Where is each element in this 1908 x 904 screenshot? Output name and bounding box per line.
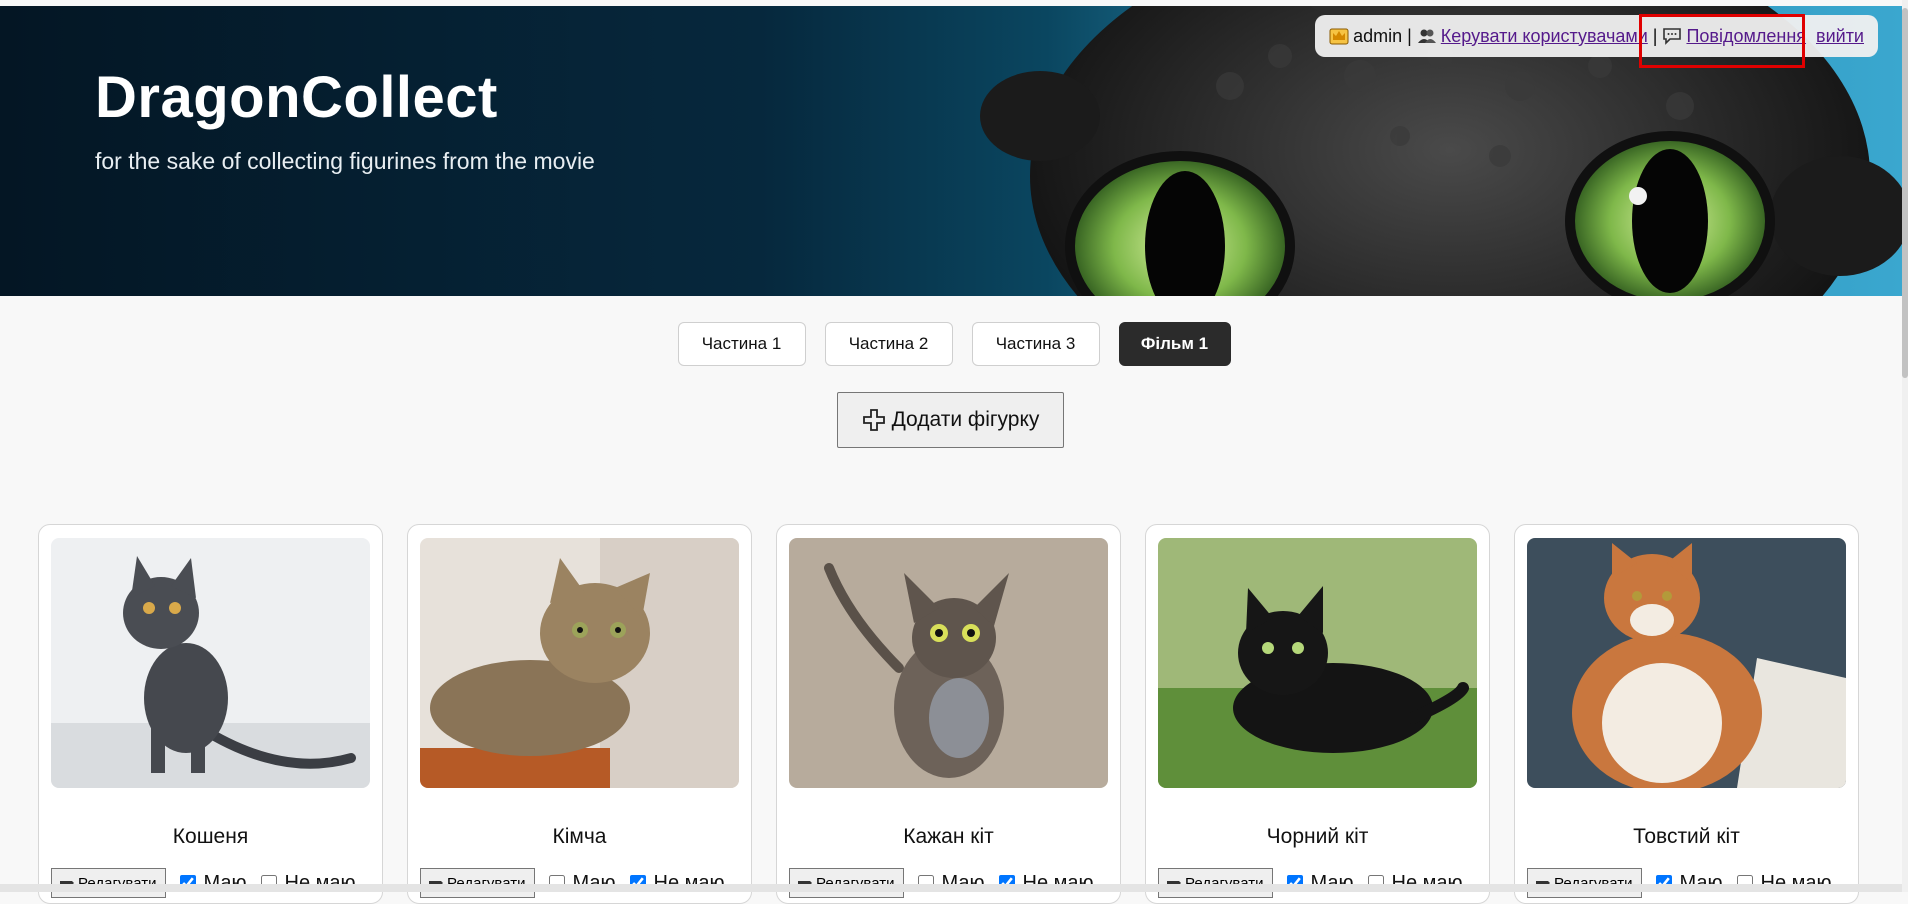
site-title: DragonCollect: [95, 65, 498, 130]
figure-name: Чорний кіт: [1266, 825, 1369, 848]
figure-controls: Редагувати Маю Не маю: [51, 868, 356, 898]
figure-name: Кажан кіт: [903, 825, 994, 848]
edit-button[interactable]: Редагувати: [1527, 868, 1642, 898]
logout-link[interactable]: вийти: [1816, 26, 1864, 47]
part-tabs: Частина 1 Частина 2 Частина 3 Фільм 1: [0, 322, 1908, 366]
figure-photo: [51, 538, 370, 788]
edit-button[interactable]: Редагувати: [789, 868, 904, 898]
figure-controls: Редагувати Маю Не маю: [789, 868, 1094, 898]
tab-part-2[interactable]: Частина 2: [824, 322, 953, 366]
edit-button[interactable]: Редагувати: [1158, 868, 1273, 898]
figure-photo: [420, 538, 739, 788]
figure-name: Кошеня: [172, 825, 249, 848]
username: admin: [1353, 25, 1403, 46]
horizontal-scrollbar[interactable]: [0, 884, 1908, 892]
tab-part-3[interactable]: Частина 3: [971, 322, 1100, 366]
figure-card: Товстий кіт Редагувати Маю Не маю: [1514, 524, 1859, 904]
figure-grid: Кошеня Редагувати Маю Не маю Кімча Редаг…: [38, 524, 1868, 904]
tab-film-1[interactable]: Фільм 1: [1118, 322, 1231, 366]
crown-icon: [1329, 28, 1349, 45]
figure-name: Товстий кіт: [1633, 825, 1740, 848]
figure-card: Чорний кіт Редагувати Маю Не маю: [1145, 524, 1490, 904]
figure-photo: [1158, 538, 1477, 788]
edit-button[interactable]: Редагувати: [51, 868, 166, 898]
edit-button[interactable]: Редагувати: [420, 868, 535, 898]
user-bar: admin | Керувати користувачами | Повідом…: [1315, 15, 1878, 57]
tab-part-1[interactable]: Частина 1: [677, 322, 806, 366]
figure-photo: [1527, 538, 1846, 788]
figure-controls: Редагувати Маю Не маю: [1158, 868, 1463, 898]
separator: |: [1407, 25, 1412, 46]
speech-bubble-icon: [1663, 28, 1682, 45]
separator: |: [1652, 25, 1658, 46]
vertical-scrollbar[interactable]: [1902, 0, 1908, 892]
users-icon: [1417, 29, 1436, 43]
plus-icon: [862, 409, 885, 431]
add-figure-label: Додати фігурку: [891, 408, 1040, 431]
figure-controls: Редагувати Маю Не маю: [420, 868, 725, 898]
scrollbar-thumb[interactable]: [1902, 8, 1908, 378]
site-subtitle: for the sake of collecting figurines fro…: [95, 148, 595, 174]
figure-photo: [789, 538, 1108, 788]
figure-card: Кажан кіт Редагувати Маю Не маю: [776, 524, 1121, 904]
figure-card: Кімча Редагувати Маю Не маю: [407, 524, 752, 904]
messages-link[interactable]: Повідомлення: [1686, 26, 1806, 47]
figure-controls: Редагувати Маю Не маю: [1527, 868, 1832, 898]
figure-card: Кошеня Редагувати Маю Не маю: [38, 524, 383, 904]
figure-name: Кімча: [552, 825, 607, 848]
add-figure-button[interactable]: Додати фігурку: [837, 392, 1064, 448]
manage-users-link[interactable]: Керувати користувачами: [1441, 26, 1648, 47]
